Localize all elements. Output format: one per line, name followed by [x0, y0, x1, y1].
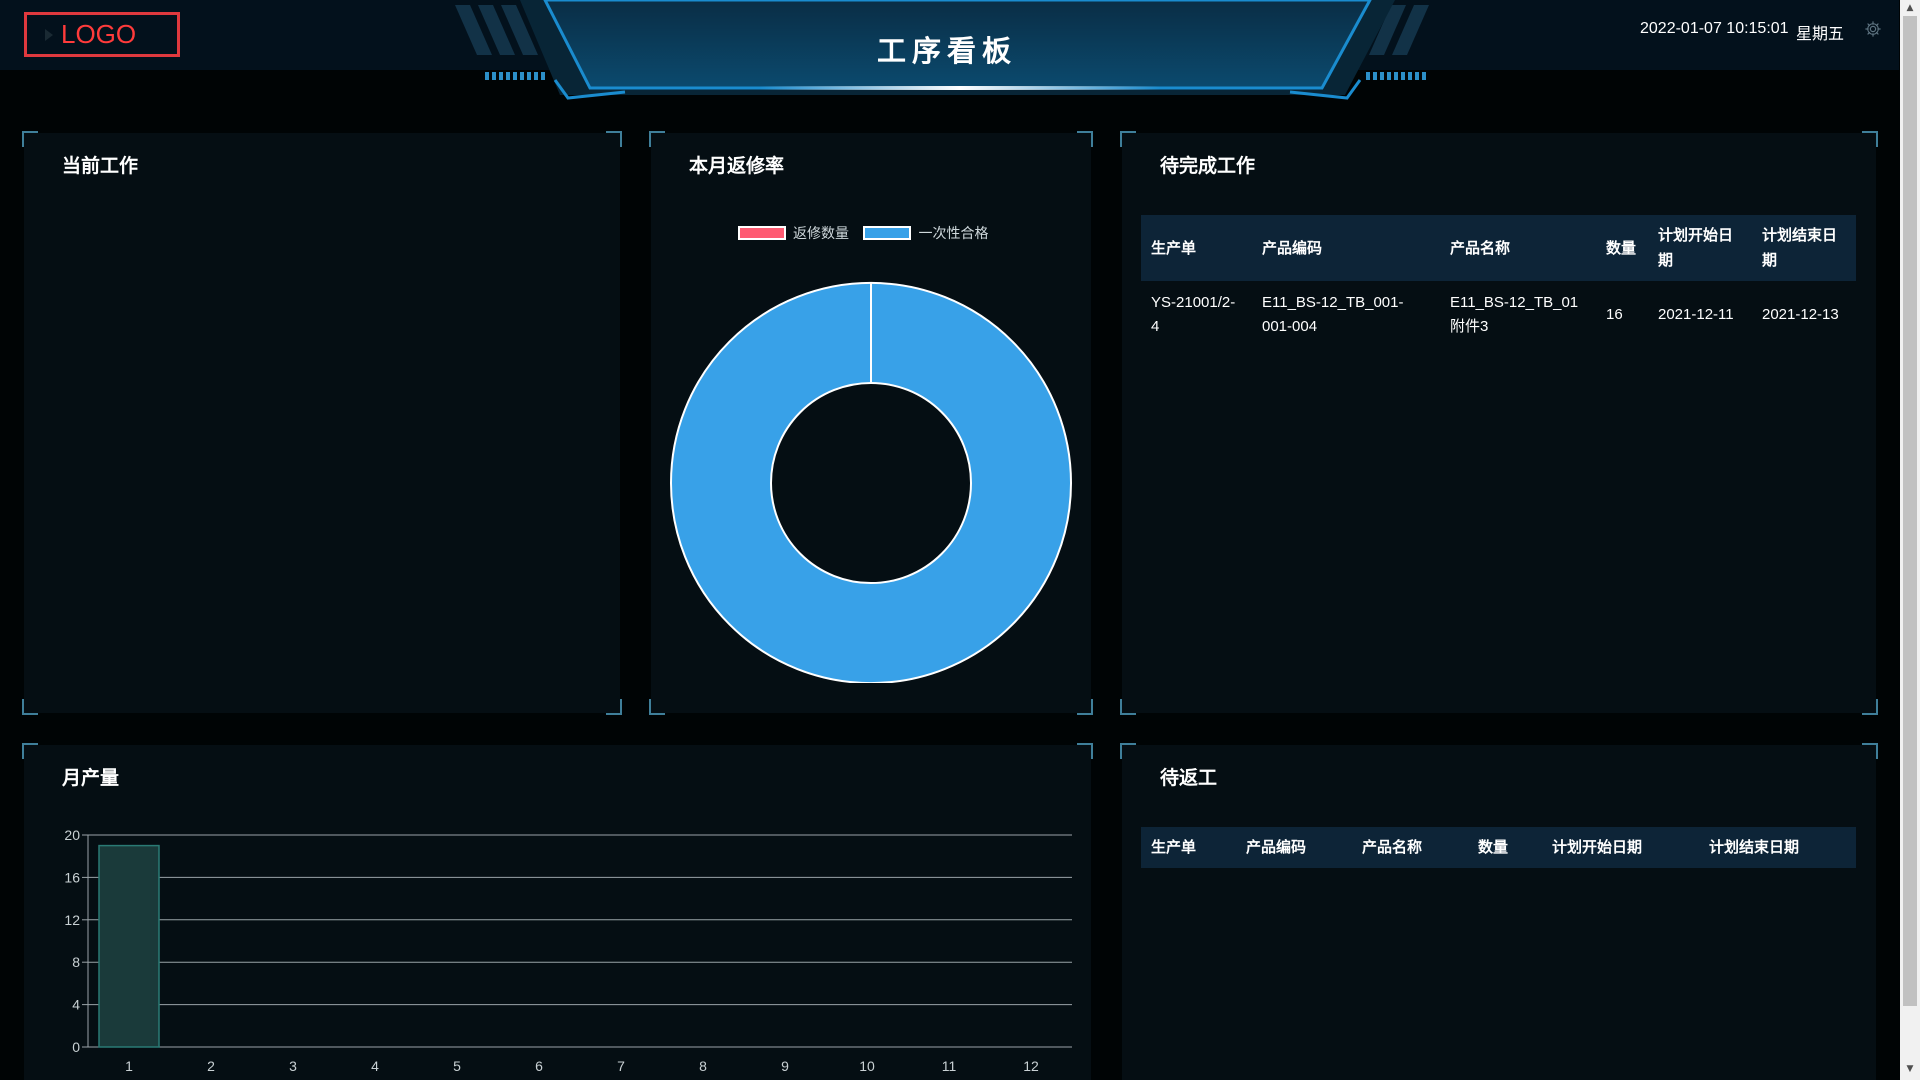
cell-end-date: 2021-12-13 — [1762, 306, 1839, 323]
corner-decoration — [1077, 131, 1093, 147]
corner-decoration — [1120, 743, 1136, 759]
weekday: 星期五 — [1796, 24, 1845, 43]
x-tick-label: 5 — [453, 1058, 461, 1074]
chart-legend: 返修数量 一次性合格 — [738, 223, 988, 243]
legend-swatch-repair — [738, 226, 786, 240]
corner-decoration — [1862, 131, 1878, 147]
pie-slice-1[interactable] — [669, 282, 1073, 683]
pending-work-table: 生产单 产品编码 产品名称 数量 计划开始日期 计划结束日期 YS-21001/… — [1141, 215, 1856, 349]
header-bar: LOGO 工序看板 2022-01-07 10:15:01 星期五 — [0, 0, 1899, 100]
x-tick-label: 1 — [125, 1058, 133, 1074]
scrollbar-thumb[interactable] — [1903, 16, 1917, 1006]
y-tick-label: 12 — [64, 912, 80, 928]
panel-title: 待完成工作 — [1160, 155, 1256, 177]
column-header[interactable]: 产品编码 — [1236, 827, 1352, 868]
bar-chart: 0481216201 2 3 4 5 6 7 8 9 10 11 12 — [64, 827, 1072, 1074]
datetime: 2022-01-07 10:15:01 — [1640, 20, 1789, 37]
corner-decoration — [1077, 743, 1093, 759]
legend-swatch-first-pass — [863, 226, 912, 240]
x-tick-label: 7 — [617, 1058, 625, 1074]
y-tick-label: 20 — [64, 827, 80, 843]
table-row[interactable]: YS-21001/2-4 E11_BS-12_TB_001-001-004 E1… — [1141, 281, 1856, 349]
x-tick-label: 3 — [289, 1058, 297, 1074]
x-tick-label: 12 — [1023, 1058, 1039, 1074]
panel-title: 本月返修率 — [689, 155, 785, 177]
x-tick-label: 2 — [207, 1058, 215, 1074]
corner-decoration — [22, 699, 38, 715]
panel-title: 当前工作 — [62, 155, 139, 177]
column-header[interactable]: 计划结束日期 — [1752, 215, 1856, 281]
corner-decoration — [22, 131, 38, 147]
cell-quantity: 16 — [1606, 306, 1623, 323]
logo[interactable]: LOGO — [24, 12, 180, 57]
table-header-row: 生产单 产品编码 产品名称 数量 计划开始日期 计划结束日期 — [1141, 827, 1856, 868]
column-header[interactable]: 计划开始日期 — [1648, 215, 1752, 281]
column-header[interactable]: 产品编码 — [1252, 215, 1440, 281]
cell-product-name: E11_BS-12_TB_01附件3 — [1450, 294, 1579, 335]
pending-rework-panel: 待返工 生产单 产品编码 产品名称 数量 计划开始日期 计划结束日期 — [1120, 743, 1878, 1080]
panel-title: 月产量 — [62, 767, 120, 789]
x-tick-label: 8 — [699, 1058, 707, 1074]
column-header[interactable]: 生产单 — [1141, 827, 1236, 868]
corner-decoration — [606, 131, 622, 147]
legend-label-repair: 返修数量 — [793, 226, 849, 242]
legend-item-first-pass[interactable]: 一次性合格 — [863, 226, 988, 242]
scroll-up-arrow-icon[interactable]: ▲ — [1905, 3, 1915, 13]
pending-rework-table: 生产单 产品编码 产品名称 数量 计划开始日期 计划结束日期 — [1141, 827, 1856, 868]
y-tick-label: 16 — [64, 869, 80, 885]
column-header[interactable]: 计划开始日期 — [1542, 827, 1699, 868]
corner-decoration — [606, 699, 622, 715]
column-header[interactable]: 产品名称 — [1352, 827, 1468, 868]
logo-text: LOGO — [61, 19, 137, 49]
pending-work-panel: 待完成工作 生产单 产品编码 产品名称 数量 计划开始日期 计划结束日期 YS-… — [1120, 131, 1878, 715]
x-tick-label: 4 — [371, 1058, 379, 1074]
page-title: 工序看板 — [876, 34, 1017, 68]
legend-label-first-pass: 一次性合格 — [918, 226, 989, 242]
donut-chart — [669, 282, 1073, 683]
corner-decoration — [1120, 131, 1136, 147]
column-header[interactable]: 生产单 — [1141, 215, 1252, 281]
column-header[interactable]: 数量 — [1596, 215, 1648, 281]
corner-decoration — [649, 131, 665, 147]
cell-order: YS-21001/2-4 — [1151, 294, 1236, 335]
column-header[interactable]: 数量 — [1468, 827, 1542, 868]
y-tick-label: 0 — [72, 1039, 80, 1055]
corner-decoration — [1862, 699, 1878, 715]
corner-decoration — [1120, 699, 1136, 715]
monthly-output-panel: 月产量 0 4 8 12 16 20 1 2 3 4 5 6 7 8 9 10 11 12 — [22, 743, 1093, 1080]
repair-rate-panel: 本月返修率 返修数量 一次性合格 — [649, 131, 1093, 715]
x-tick-label: 6 — [535, 1058, 543, 1074]
column-header[interactable]: 计划结束日期 — [1699, 827, 1856, 868]
corner-decoration — [1077, 699, 1093, 715]
gear-icon[interactable] — [1864, 20, 1882, 38]
column-header[interactable]: 产品名称 — [1440, 215, 1596, 281]
y-tick-label: 4 — [72, 997, 80, 1013]
legend-item-repair[interactable]: 返修数量 — [738, 226, 853, 242]
current-work-panel: 当前工作 — [22, 131, 622, 715]
cell-start-date: 2021-12-11 — [1658, 306, 1734, 323]
corner-decoration — [1862, 743, 1878, 759]
corner-decoration — [649, 699, 665, 715]
table-header-row: 生产单 产品编码 产品名称 数量 计划开始日期 计划结束日期 — [1141, 215, 1856, 281]
cell-product-code: E11_BS-12_TB_001-001-004 — [1262, 294, 1404, 335]
x-tick-label: 11 — [942, 1058, 957, 1074]
y-tick-label: 8 — [72, 954, 80, 970]
corner-decoration — [22, 743, 38, 759]
logo-arrow-icon — [45, 29, 53, 41]
scroll-down-arrow-icon[interactable]: ▼ — [1905, 1064, 1915, 1074]
x-tick-label: 10 — [859, 1058, 875, 1074]
bar-1[interactable] — [98, 844, 160, 1048]
x-tick-label: 9 — [781, 1058, 789, 1074]
panel-title: 待返工 — [1160, 767, 1218, 789]
